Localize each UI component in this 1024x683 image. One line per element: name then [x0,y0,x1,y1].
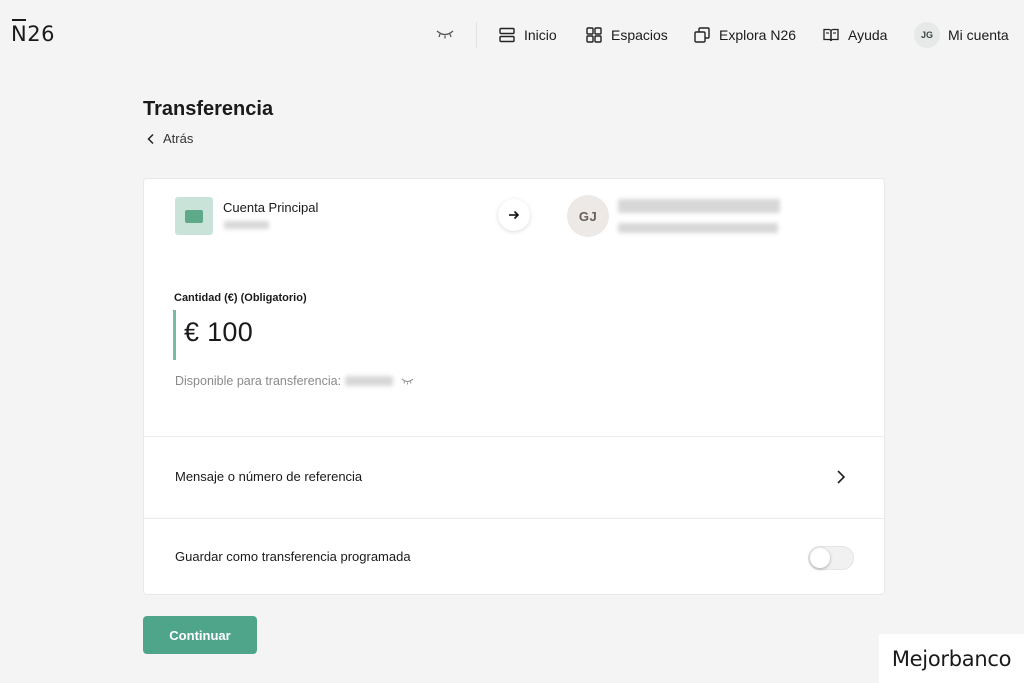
nav-item-ayuda[interactable]: Ayuda [822,24,887,46]
section-divider [144,436,884,437]
continue-button[interactable]: Continuar [143,616,257,654]
logo-letter: N [11,19,28,46]
page-title: Transferencia [143,98,274,120]
nav-label-explora: Explora N26 [719,27,797,43]
home-icon [499,27,515,43]
recipient-avatar: GJ [567,195,609,237]
user-avatar: JG [914,22,940,48]
top-navigation: N26 Inicio Espacios Explora N26 Ayuda JG… [0,0,1024,70]
account-icon [175,197,213,235]
toggle-knob [810,548,830,568]
hidden-eye-icon[interactable] [401,377,414,385]
nav-label-mi-cuenta: Mi cuenta [948,27,1009,43]
schedule-label: Guardar como transferencia programada [175,549,411,564]
watermark-logo: Mejorbanco [879,634,1024,683]
nav-item-mi-cuenta[interactable]: JG Mi cuenta [914,22,1009,48]
amount-input[interactable]: € 100 [184,317,253,348]
cards-icon [694,27,710,43]
nav-label-inicio: Inicio [524,27,557,43]
chevron-right-icon[interactable] [835,469,847,485]
available-balance: Disponible para transferencia: [175,374,414,388]
transfer-direction [498,199,530,231]
nav-item-espacios[interactable]: Espacios [585,24,668,46]
nav-divider [476,22,477,48]
grid-icon [586,27,602,43]
reference-row[interactable]: Mensaje o número de referencia [175,469,362,484]
schedule-toggle[interactable] [808,546,854,570]
back-link[interactable]: Atrás [146,131,193,146]
available-label: Disponible para transferencia: [175,374,342,388]
redacted-recipient-name [618,199,780,213]
transfer-card: Cuenta Principal GJ Cantidad (€) (Obliga… [143,178,885,595]
nav-item-inicio[interactable]: Inicio [498,24,557,46]
section-divider [144,518,884,519]
amount-focus-bar [173,310,176,360]
hide-balance-icon[interactable] [435,27,455,41]
arrow-right-icon [509,210,520,220]
logo-number: 26 [27,22,55,46]
chevron-left-icon [147,133,154,144]
n26-logo[interactable]: N26 [11,19,55,46]
nav-item-explora[interactable]: Explora N26 [693,24,796,46]
amount-label: Cantidad (€) (Obligatorio) [174,292,307,304]
redacted-account-detail [224,221,269,229]
redacted-recipient-iban [618,223,778,233]
redacted-balance [345,376,394,386]
source-account-name: Cuenta Principal [223,200,319,215]
back-label: Atrás [163,131,194,146]
nav-label-ayuda: Ayuda [848,27,888,43]
book-icon [823,28,839,42]
nav-label-espacios: Espacios [611,27,668,43]
